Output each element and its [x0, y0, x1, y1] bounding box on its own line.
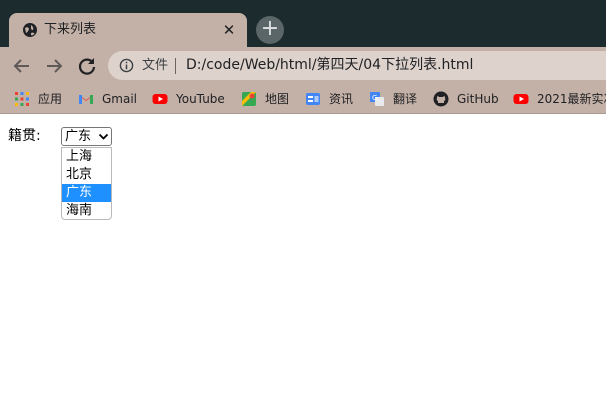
bookmark-gmail[interactable]: Gmail [78, 90, 137, 108]
github-icon [433, 91, 449, 107]
news-icon [306, 93, 320, 105]
translate-icon: G [370, 92, 384, 106]
youtube-icon [152, 94, 168, 104]
tab-title: 下来列表 [44, 22, 97, 37]
bookmark-label: YouTube [176, 92, 225, 106]
option-hainan[interactable]: 海南 [62, 202, 111, 220]
browser-toolbar: 文件 D:/code/Web/html/第四天/04下拉列表.html [0, 47, 606, 84]
back-arrow-icon[interactable] [10, 54, 34, 78]
option-shanghai[interactable]: 上海 [62, 148, 111, 166]
file-scheme-label: 文件 [142, 58, 169, 73]
svg-text:G: G [372, 94, 377, 102]
chevron-down-icon [98, 133, 109, 140]
apps-grid-icon [15, 92, 29, 106]
dropdown-list: 上海 北京 广东 海南 [61, 147, 112, 220]
bookmark-2021[interactable]: 2021最新实况 [513, 90, 606, 108]
maps-icon [242, 92, 256, 106]
address-divider [175, 58, 176, 74]
gmail-icon [79, 95, 93, 104]
new-tab-button[interactable]: + [256, 16, 284, 44]
bookmark-translate[interactable]: G 翻译 [369, 90, 417, 108]
close-tab-icon[interactable]: ✕ [220, 21, 238, 39]
hometown-select[interactable]: 广东 [61, 127, 112, 146]
url-text[interactable]: D:/code/Web/html/第四天/04下拉列表.html [186, 56, 473, 75]
browser-tab[interactable]: 下来列表 ✕ [9, 13, 247, 47]
bookmark-youtube[interactable]: YouTube [152, 90, 225, 108]
bookmarks-bar: 应用 Gmail YouTube 地图 资讯 G 翻译 GitHub 2021最… [0, 84, 606, 114]
hometown-label: 籍贯: [8, 128, 41, 144]
globe-icon [23, 23, 37, 37]
bookmark-label: GitHub [457, 92, 499, 106]
select-value: 广东 [65, 129, 92, 144]
youtube-icon [513, 94, 529, 104]
bookmark-label: 地图 [265, 92, 290, 106]
bookmark-label: 资讯 [329, 92, 354, 106]
option-beijing[interactable]: 北京 [62, 166, 111, 184]
info-icon[interactable] [119, 58, 134, 73]
bookmark-news[interactable]: 资讯 [305, 90, 353, 108]
bookmark-label: Gmail [102, 92, 138, 106]
address-bar[interactable]: 文件 D:/code/Web/html/第四天/04下拉列表.html [108, 51, 606, 80]
bookmark-label: 翻译 [393, 92, 418, 106]
tab-strip: 下来列表 ✕ + [0, 0, 606, 47]
bookmark-maps[interactable]: 地图 [241, 90, 289, 108]
reload-icon[interactable] [75, 54, 99, 78]
option-guangdong[interactable]: 广东 [62, 184, 111, 202]
bookmark-apps[interactable]: 应用 [14, 90, 62, 108]
bookmark-label: 2021最新实况 [537, 92, 606, 106]
forward-arrow-icon[interactable] [42, 54, 66, 78]
page-content: 籍贯: 广东 上海 北京 广东 海南 [0, 115, 606, 400]
bookmark-label: 应用 [38, 92, 63, 106]
bookmark-github[interactable]: GitHub [433, 90, 499, 108]
